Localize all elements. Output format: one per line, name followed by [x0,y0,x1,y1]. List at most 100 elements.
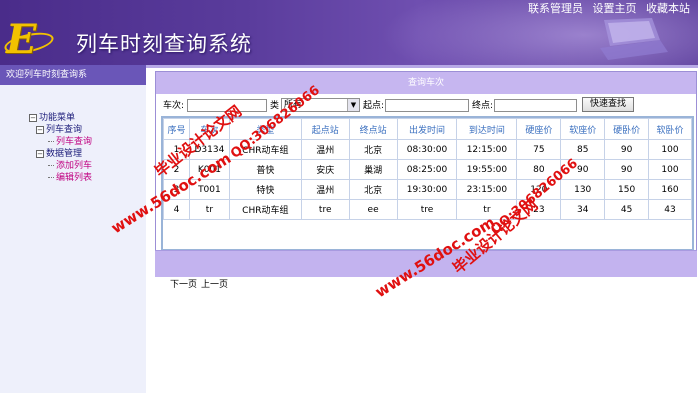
type-select-value: 所有 [284,100,303,110]
app-title: 列车时刻查询系统 [76,32,252,56]
table-header-row: 序号 车次 类型 起点站 终点站 出发时间 到达时间 硬座价 软座价 硬卧价 软… [163,118,692,140]
query-panel: 查询车次 车次: 类 所有 ▼ 起点: 终点: 快速查找 序号 车次 类型 起点… [155,71,697,290]
cell-soft-sleeper: 100 [648,139,692,160]
cell-from: 温州 [300,139,350,160]
type-select[interactable]: 所有 ▼ [281,98,360,112]
bookmark-site-link[interactable]: 收藏本站 [646,2,690,15]
header-banner: E 列车时刻查询系统 联系管理员 设置主页 收藏本站 [0,0,698,65]
menu-group-label: 列车查询 [46,125,83,135]
train-number-label: 车次: [163,101,185,111]
cell-hard-seat: 80 [516,159,562,180]
col-header-hard-seat: 硬座价 [516,118,562,140]
cell-hard-sleeper: 150 [604,179,650,200]
cell-hard-sleeper: 45 [604,199,650,220]
cell-hard-seat: 120 [516,179,562,200]
cell-soft-sleeper: 100 [648,159,692,180]
results-table: 序号 车次 类型 起点站 终点站 出发时间 到达时间 硬座价 软座价 硬卧价 软… [163,118,692,220]
train-number-input[interactable] [187,99,267,112]
cell-depart: tre [396,199,458,220]
menu-item-edit-list[interactable]: 编辑列表 [29,172,92,184]
cell-hard-sleeper: 90 [604,159,650,180]
collapse-icon[interactable]: − [29,113,37,122]
col-header-type: 类型 [228,118,302,140]
cell-type: CHR动车组 [228,139,302,160]
sidebar: − 功能菜单 − 列车查询 列车查询 − 数据管理 添加列车 编辑列表 [0,85,147,393]
tree-connector-icon [48,165,54,166]
cell-soft-seat: 34 [560,199,606,220]
cell-type: 特快 [228,179,302,200]
menu-item-add-train[interactable]: 添加列车 [29,160,92,172]
col-header-index: 序号 [163,118,190,140]
cell-from: 安庆 [300,159,350,180]
cell-from: 温州 [300,179,350,200]
cell-type: 普快 [228,159,302,180]
table-row[interactable]: 2 K001 普快 安庆 巢湖 08:25:00 19:55:00 80 90 … [163,159,692,180]
cell-train: D3134 [188,139,230,160]
contact-admin-link[interactable]: 联系管理员 [528,2,583,15]
to-station-input[interactable] [494,99,577,112]
laptop-illustration [600,18,668,60]
collapse-icon[interactable]: − [36,149,44,158]
cell-arrive: tr [456,199,518,220]
from-station-input[interactable] [385,99,469,112]
cell-hard-seat: 23 [516,199,562,220]
tree-connector-icon [48,141,54,142]
col-header-train: 车次 [188,118,230,140]
next-page-link[interactable]: 下一页 [170,280,197,290]
cell-train: tr [188,199,230,220]
pager: 下一页 上一页 [170,277,232,290]
panel-title: 查询车次 [156,72,696,94]
cell-to: ee [348,199,398,220]
col-header-soft-sleeper: 软卧价 [648,118,692,140]
menu-item-train-query[interactable]: 列车查询 [29,136,92,148]
menu-group-train-query[interactable]: − 列车查询 [29,124,92,136]
col-header-depart: 出发时间 [396,118,458,140]
cell-soft-sleeper: 160 [648,179,692,200]
table-row[interactable]: 1 D3134 CHR动车组 温州 北京 08:30:00 12:15:00 7… [163,139,692,160]
set-homepage-link[interactable]: 设置主页 [593,2,637,15]
table-row[interactable]: 3 T001 特快 温州 北京 19:30:00 23:15:00 120 13… [163,179,692,200]
menu-root[interactable]: − 功能菜单 [29,112,92,124]
cell-from: tre [300,199,350,220]
cell-depart: 19:30:00 [396,179,458,200]
panel-footer-bar [155,250,697,277]
cell-to: 巢湖 [348,159,398,180]
cell-to: 北京 [348,139,398,160]
collapse-icon[interactable]: − [36,125,44,134]
top-links: 联系管理员 设置主页 收藏本站 [522,0,690,16]
prev-page-link[interactable]: 上一页 [201,280,228,290]
menu-root-label: 功能菜单 [39,113,76,123]
tree-connector-icon [48,177,54,178]
cell-depart: 08:30:00 [396,139,458,160]
col-header-to: 终点站 [348,118,398,140]
cell-train: T001 [188,179,230,200]
menu-group-label: 数据管理 [46,149,83,159]
app-logo: E [2,12,56,63]
cell-soft-seat: 85 [560,139,606,160]
cell-type: CHR动车组 [228,199,302,220]
cell-hard-sleeper: 90 [604,139,650,160]
cell-index: 1 [163,139,190,160]
menu-group-data-manage[interactable]: − 数据管理 [29,148,92,160]
table-row[interactable]: 4 tr CHR动车组 tre ee tre tr 23 34 45 43 [163,199,692,220]
col-header-hard-sleeper: 硬卧价 [604,118,650,140]
results-table-container: 序号 车次 类型 起点站 终点站 出发时间 到达时间 硬座价 软座价 硬卧价 软… [161,116,694,290]
from-label: 起点: [363,101,385,111]
type-label: 类 [270,101,280,111]
cell-index: 4 [163,199,190,220]
cell-arrive: 23:15:00 [456,179,518,200]
cell-train: K001 [188,159,230,180]
cell-soft-sleeper: 43 [648,199,692,220]
search-form: 车次: 类 所有 ▼ 起点: 终点: 快速查找 [163,97,693,114]
cell-depart: 08:25:00 [396,159,458,180]
cell-soft-seat: 130 [560,179,606,200]
welcome-bar: 欢迎列车时刻查询系 [0,65,146,85]
cell-arrive: 12:15:00 [456,139,518,160]
col-header-soft-seat: 软座价 [560,118,606,140]
cell-to: 北京 [348,179,398,200]
col-header-arrive: 到达时间 [456,118,518,140]
menu-item-label: 编辑列表 [56,173,93,183]
chevron-down-icon[interactable]: ▼ [347,99,359,111]
menu-item-label: 添加列车 [56,161,93,171]
quick-search-button[interactable]: 快速查找 [582,97,634,112]
